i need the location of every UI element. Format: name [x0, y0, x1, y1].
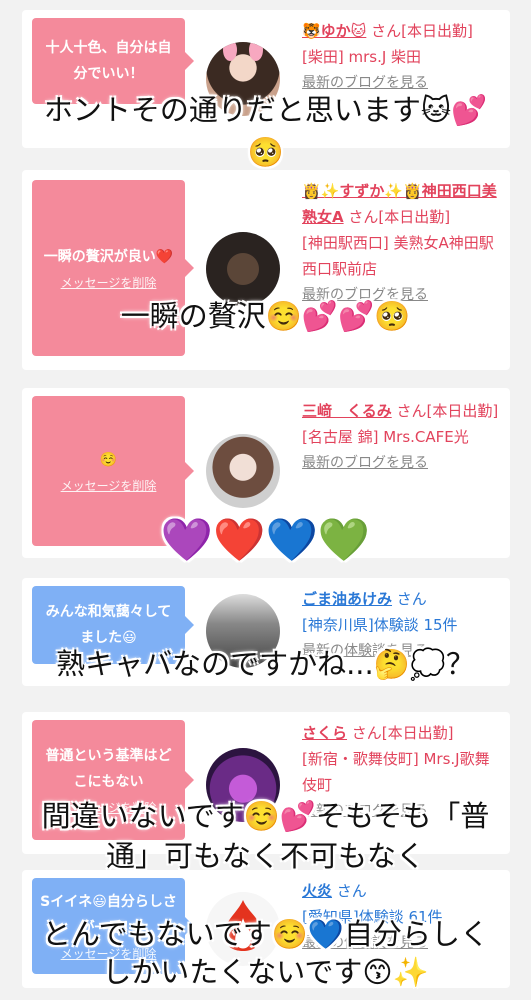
message-text: 十人十色、自分は自分でいい！ [45, 40, 172, 82]
flame-icon [224, 900, 262, 951]
message-card: 十人十色、自分は自分でいい！ 🐯ゆか🐱 さん[本日出勤] [柴田] mrs.J … [22, 10, 510, 148]
delete-message-link[interactable]: メッセージを削除 [61, 799, 157, 817]
shop-place: [神田駅西口] 美熟女A神田駅西口駅前店 [302, 234, 494, 278]
avatar[interactable] [206, 748, 280, 822]
status-text: さん [396, 590, 427, 608]
blog-link[interactable]: 最新のブログを見る [302, 450, 502, 476]
profile-info: ごま油あけみ さん [神奈川県]体験談 15件 最新の体験談を見る [302, 586, 502, 664]
delete-message-link[interactable]: メッセージを削除 [61, 274, 157, 292]
message-text: Sイイネ😃自分らしさが一番！ [40, 894, 177, 936]
profile-name-link[interactable]: さくら [302, 724, 347, 742]
status-text: さん[本日出勤] [348, 208, 451, 226]
message-card: みんな和気藹々してました😃 ごま油あけみ さん [神奈川県]体験談 15件 最新… [22, 578, 510, 686]
message-bubble: 普通という基準はどこにもない メッセージを削除 [32, 720, 194, 840]
shop-place: [柴田] mrs.J 柴田 [302, 48, 422, 66]
message-bubble: 十人十色、自分は自分でいい！ [32, 18, 194, 104]
avatar[interactable] [206, 892, 280, 966]
bunny-ears-icon [223, 42, 263, 61]
status-text: さん [336, 882, 367, 900]
profile-name-link[interactable]: ごま油あけみ [302, 590, 392, 608]
avatar[interactable] [206, 434, 280, 508]
message-bubble: Sイイネ😃自分らしさが一番！ メッセージを削除 [32, 878, 194, 974]
avatar[interactable] [206, 232, 280, 306]
status-text: さん[本日出勤] [371, 22, 473, 40]
message-card: Sイイネ😃自分らしさが一番！ メッセージを削除 火炎 さん [愛知県]体験談 6… [22, 870, 510, 988]
blog-link[interactable]: 最新の体験談を見る [302, 930, 502, 956]
shop-place: [新宿・歌舞伎町] Mrs.J歌舞伎町 [302, 750, 490, 794]
blog-link[interactable]: 最新の体験談を見る [302, 638, 502, 664]
profile-info: 火炎 さん [愛知県]体験談 61件 最新の体験談を見る [302, 878, 502, 956]
profile-info: さくら さん[本日出勤] [新宿・歌舞伎町] Mrs.J歌舞伎町 最新のブログを… [302, 720, 502, 824]
blog-link[interactable]: 最新のブログを見る [302, 798, 502, 824]
message-card: 普通という基準はどこにもない メッセージを削除 さくら さん[本日出勤] [新宿… [22, 712, 510, 854]
avatar[interactable] [206, 594, 280, 668]
profile-info: 👸✨すずか✨👸神田西口美熟女A さん[本日出勤] [神田駅西口] 美熟女A神田駅… [302, 178, 502, 308]
message-card: 一瞬の贅沢が良い❤️ メッセージを削除 👸✨すずか✨👸神田西口美熟女A さん[本… [22, 170, 510, 370]
profile-info: 三﨑 くるみ さん[本日出勤] [名古屋 錦] Mrs.CAFE光 最新のブログ… [302, 398, 502, 476]
message-text: みんな和気藹々してました😃 [45, 604, 172, 646]
status-text: さん[本日出勤] [396, 402, 499, 420]
message-text: 一瞬の贅沢が良い❤️ [43, 249, 174, 265]
message-card: ☺️ メッセージを削除 三﨑 くるみ さん[本日出勤] [名古屋 錦] Mrs.… [22, 388, 510, 558]
profile-info: 🐯ゆか🐱 さん[本日出勤] [柴田] mrs.J 柴田 最新のブログを見る [302, 18, 502, 96]
message-feed: 十人十色、自分は自分でいい！ 🐯ゆか🐱 さん[本日出勤] [柴田] mrs.J … [0, 0, 531, 1000]
profile-name-link[interactable]: 三﨑 くるみ [302, 402, 392, 420]
profile-name-link[interactable]: 🐯ゆか🐱 [302, 22, 366, 40]
shop-place: [神奈川県]体験談 15件 [302, 616, 458, 634]
status-text: さん[本日出勤] [351, 724, 454, 742]
blog-link[interactable]: 最新のブログを見る [302, 282, 502, 308]
shop-place: [愛知県]体験談 61件 [302, 908, 443, 926]
profile-name-link[interactable]: 火炎 [302, 882, 332, 900]
message-bubble: ☺️ メッセージを削除 [32, 396, 194, 546]
avatar[interactable] [206, 42, 280, 116]
message-bubble: 一瞬の贅沢が良い❤️ メッセージを削除 [32, 180, 194, 356]
delete-message-link[interactable]: メッセージを削除 [61, 477, 157, 495]
shop-place: [名古屋 錦] Mrs.CAFE光 [302, 428, 469, 446]
message-bubble: みんな和気藹々してました😃 [32, 586, 194, 664]
message-text: ☺️ [99, 452, 118, 468]
delete-message-link[interactable]: メッセージを削除 [61, 945, 157, 963]
blog-link[interactable]: 最新のブログを見る [302, 70, 502, 96]
message-text: 普通という基準はどこにもない [45, 748, 172, 790]
